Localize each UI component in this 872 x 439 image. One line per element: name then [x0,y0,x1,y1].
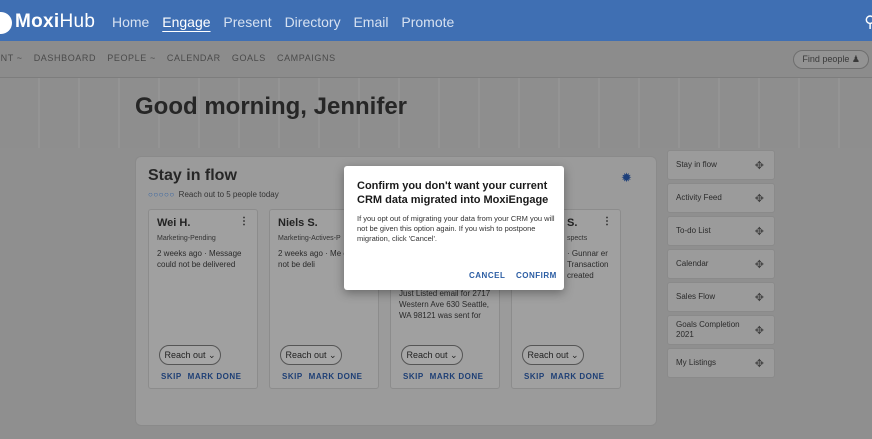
widget-label: To-do List [676,226,711,235]
widget-label: Stay in flow [676,160,717,169]
cancel-button[interactable]: CANCEL [469,271,505,280]
reach-out-button[interactable]: Reach out ⌄ [280,345,342,365]
subnav-campaigns[interactable]: CAMPAIGNS [277,53,336,63]
person-name[interactable]: S. [567,217,577,229]
nav-directory[interactable]: Directory [285,14,341,30]
widget-label: Sales Flow [676,292,716,301]
confirm-dialog: Confirm you don't want your current CRM … [344,166,564,290]
nav-home[interactable]: Home [112,14,149,30]
brand-moxi: Moxi [15,11,60,32]
widget-sales-flow[interactable]: Sales Flow ✥ [667,282,775,312]
drag-handle-icon[interactable]: ✥ [755,291,764,304]
subtitle-text: Reach out to 5 people today [178,190,279,199]
widget-label: Activity Feed [676,193,722,202]
reach-out-button[interactable]: Reach out ⌄ [401,345,463,365]
nav-promote[interactable]: Promote [401,14,454,30]
moxi-logo-icon [0,12,12,34]
mark-done-button[interactable]: MARK DONE [188,372,242,381]
reach-out-label: Reach out [406,350,448,360]
chevron-down-icon: ⌄ [571,350,579,360]
top-navigation-bar: MoxiHub Home Engage Present Directory Em… [0,0,872,41]
reach-out-label: Reach out [285,350,327,360]
stay-in-flow-subtitle: ○○○○○ Reach out to 5 people today [148,190,279,199]
drag-handle-icon[interactable]: ✥ [755,159,764,172]
subnav-agent[interactable]: ENT ~ [0,53,23,63]
page-title: Good morning, Jennifer [135,93,408,120]
drag-handle-icon[interactable]: ✥ [755,192,764,205]
person-icon: ♟ [851,54,860,64]
hero-banner [0,78,872,148]
subnav-calendar[interactable]: CALENDAR [167,53,221,63]
skip-button[interactable]: SKIP [282,372,303,381]
person-tag: Marketing-Pending [157,235,216,242]
dialog-body: If you opt out of migrating your data fr… [357,214,555,243]
mark-done-button[interactable]: MARK DONE [430,372,484,381]
find-people-button[interactable]: Find people ♟ [793,50,869,69]
drag-handle-icon[interactable]: ✥ [755,324,764,337]
widget-list: Stay in flow ✥ Activity Feed ✥ To-do List ✥… [667,150,775,381]
find-people-label: Find people [802,54,850,64]
reach-out-label: Reach out [164,350,206,360]
reach-out-button[interactable]: Reach out ⌄ [159,345,221,365]
skip-button[interactable]: SKIP [403,372,424,381]
person-tag: Marketing-Actives-P [278,235,341,242]
nav-engage[interactable]: Engage [162,14,210,30]
widget-stay-in-flow[interactable]: Stay in flow ✥ [667,150,775,180]
widget-goals-completion[interactable]: Goals Completion 2021 ✥ [667,315,775,345]
widget-label: Goals Completion 2021 [676,320,740,339]
gear-icon[interactable]: ✹ [621,170,632,186]
drag-handle-icon[interactable]: ✥ [755,225,764,238]
progress-dots: ○○○○○ [148,190,175,199]
more-menu-icon[interactable]: ⋮ [239,216,249,227]
search-icon[interactable]: ⚲ [864,12,872,32]
widget-calendar[interactable]: Calendar ✥ [667,249,775,279]
confirm-button[interactable]: CONFIRM [516,271,557,280]
subnav-people[interactable]: PEOPLE ~ [107,53,156,63]
mark-done-button[interactable]: MARK DONE [551,372,605,381]
widget-label: My Listings [676,358,717,367]
skip-button[interactable]: SKIP [161,372,182,381]
brand-hub: Hub [59,11,96,32]
person-card: Wei H. ⋮ Marketing-Pending 2 weeks ago ·… [148,209,258,389]
person-name[interactable]: Niels S. [278,217,318,229]
widget-todo-list[interactable]: To-do List ✥ [667,216,775,246]
person-activity: 2 weeks ago · Message could not be deliv… [157,249,242,269]
person-tag: spects [567,235,588,242]
chevron-down-icon: ⌄ [450,350,458,360]
drag-handle-icon[interactable]: ✥ [755,258,764,271]
dialog-title: Confirm you don't want your current CRM … [357,180,549,206]
reach-out-label: Reach out [527,350,569,360]
main-nav: Home Engage Present Directory Email Prom… [112,14,463,30]
sub-navigation: ENT ~ DASHBOARD PEOPLE ~ CALENDAR GOALS … [0,41,872,78]
person-name[interactable]: Wei H. [157,217,190,229]
widget-label: Calendar [676,259,709,268]
more-menu-icon[interactable]: ⋮ [602,216,612,227]
person-activity: Just Listed email for 2717 Western Ave 6… [399,289,491,320]
subnav-dashboard[interactable]: DASHBOARD [34,53,96,63]
mark-done-button[interactable]: MARK DONE [309,372,363,381]
reach-out-button[interactable]: Reach out ⌄ [522,345,584,365]
nav-email[interactable]: Email [353,14,388,30]
stay-in-flow-title: Stay in flow [148,167,237,184]
person-activity: · Gunnar er Transaction created [567,249,609,280]
widget-my-listings[interactable]: My Listings ✥ [667,348,775,378]
skip-button[interactable]: SKIP [524,372,545,381]
drag-handle-icon[interactable]: ✥ [755,357,764,370]
chevron-down-icon: ⌄ [208,350,216,360]
subnav-goals[interactable]: GOALS [232,53,266,63]
widget-activity-feed[interactable]: Activity Feed ✥ [667,183,775,213]
nav-present[interactable]: Present [223,14,271,30]
brand-logo[interactable]: MoxiHub [15,11,95,33]
chevron-down-icon: ⌄ [329,350,337,360]
